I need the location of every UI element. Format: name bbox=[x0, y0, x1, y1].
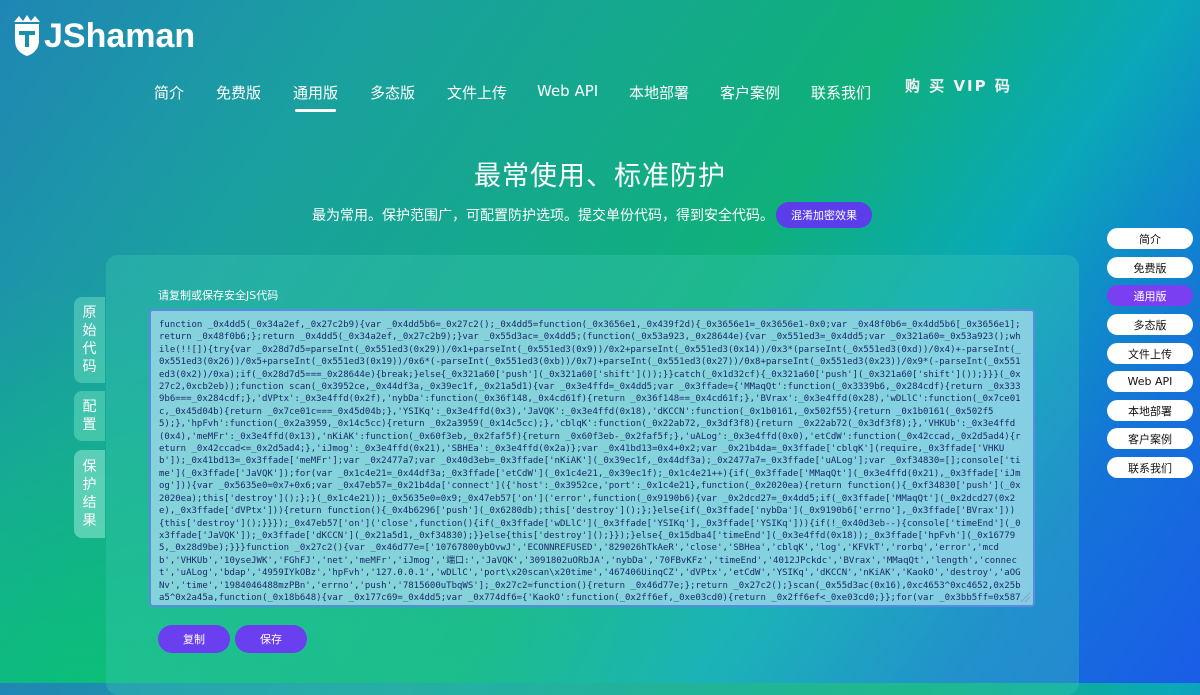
nav-item-standard[interactable]: 通用版 bbox=[293, 82, 338, 112]
brand-name: JShaman bbox=[44, 16, 196, 55]
tab-original-code-label: 原始代码 bbox=[82, 305, 97, 375]
quick-nav-cases[interactable]: 客户案例 bbox=[1107, 428, 1193, 449]
quick-nav-contact[interactable]: 联系我们 bbox=[1107, 457, 1193, 478]
quick-nav-web-api[interactable]: Web API bbox=[1107, 371, 1193, 392]
code-output-label: 请复制或保存安全JS代码 bbox=[158, 289, 279, 302]
page-title: 最常使用、标准防护 bbox=[474, 161, 726, 192]
nav-item-web-api[interactable]: Web API bbox=[537, 82, 598, 100]
quick-nav-polymorphic[interactable]: 多态版 bbox=[1107, 314, 1193, 335]
nav-item-contact[interactable]: 联系我们 bbox=[811, 82, 871, 103]
resize-handle-icon[interactable] bbox=[1020, 592, 1030, 602]
tab-protected-result[interactable]: 保护结果 bbox=[74, 450, 105, 538]
quick-nav-standard[interactable]: 通用版 bbox=[1107, 285, 1193, 306]
nav-item-file-upload[interactable]: 文件上传 bbox=[447, 82, 507, 103]
main-nav: 简介 免费版 通用版 多态版 文件上传 Web API 本地部署 客户案例 联系… bbox=[0, 80, 1200, 120]
copy-button[interactable]: 复制 bbox=[158, 625, 230, 653]
nav-item-free[interactable]: 免费版 bbox=[216, 82, 261, 103]
knight-helmet-icon bbox=[14, 15, 40, 56]
site-logo[interactable]: JShaman bbox=[10, 14, 195, 58]
protected-code-content: function _0x4dd5(_0x34a2ef,_0x27c2b9){va… bbox=[159, 320, 1021, 603]
quick-nav-file-upload[interactable]: 文件上传 bbox=[1107, 343, 1193, 364]
quick-nav-intro[interactable]: 简介 bbox=[1107, 228, 1193, 249]
protected-code-textarea[interactable]: function _0x4dd5(_0x34a2ef,_0x27c2b9){va… bbox=[149, 309, 1035, 607]
tab-protected-result-label: 保护结果 bbox=[82, 459, 97, 529]
demo-effect-button[interactable]: 混淆加密效果 bbox=[776, 202, 872, 228]
nav-item-cases[interactable]: 客户案例 bbox=[720, 82, 780, 103]
nav-item-intro[interactable]: 简介 bbox=[154, 82, 184, 103]
tab-config-label: 配置 bbox=[82, 399, 97, 433]
quick-nav-free[interactable]: 免费版 bbox=[1107, 257, 1193, 278]
save-button[interactable]: 保存 bbox=[235, 625, 307, 653]
tab-config[interactable]: 配置 bbox=[74, 391, 105, 441]
buy-vip-link[interactable]: 购 买 VIP 码 bbox=[905, 75, 1012, 96]
page-subtitle: 最为常用。保护范围广，可配置防护选项。提交单份代码，得到安全代码。 bbox=[312, 208, 774, 224]
nav-item-polymorphic[interactable]: 多态版 bbox=[370, 82, 415, 103]
nav-item-local-deploy[interactable]: 本地部署 bbox=[629, 82, 689, 103]
tab-original-code[interactable]: 原始代码 bbox=[74, 297, 105, 383]
quick-nav-local-deploy[interactable]: 本地部署 bbox=[1107, 400, 1193, 421]
